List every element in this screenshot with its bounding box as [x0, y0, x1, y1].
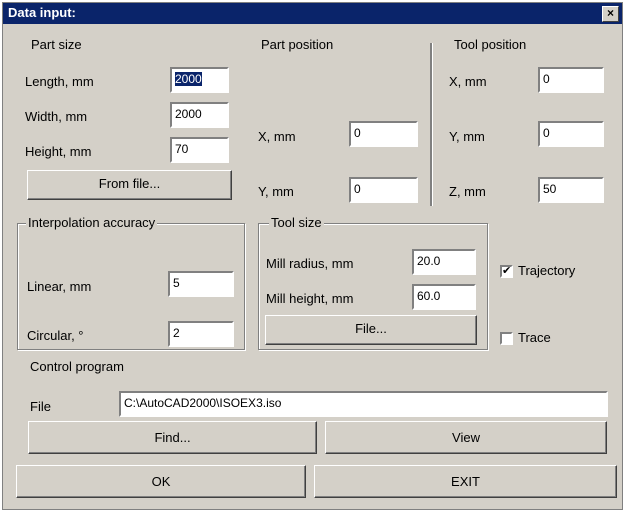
- tool-position-x-label: X, mm: [449, 74, 487, 89]
- length-label: Length, mm: [25, 74, 94, 89]
- title-bar[interactable]: Data input: ×: [3, 3, 622, 24]
- mill-radius-input[interactable]: 20.0: [412, 249, 476, 275]
- circular-input[interactable]: 2: [168, 321, 234, 347]
- tool-size-title: Tool size: [269, 215, 324, 230]
- circular-label: Circular, °: [27, 328, 84, 343]
- check-mark-icon: ✔: [502, 265, 512, 277]
- find-button[interactable]: Find...: [28, 421, 317, 454]
- part-position-y-input[interactable]: 0: [349, 177, 418, 203]
- length-input[interactable]: 2000: [170, 67, 229, 93]
- mill-height-input[interactable]: 60.0: [412, 284, 476, 310]
- tool-size-file-button[interactable]: File...: [265, 315, 477, 345]
- from-file-button[interactable]: From file...: [27, 170, 232, 200]
- tool-position-z-label: Z, mm: [449, 184, 486, 199]
- part-size-title: Part size: [29, 37, 84, 52]
- trajectory-label: Trajectory: [518, 263, 576, 278]
- linear-input[interactable]: 5: [168, 271, 234, 297]
- trace-label: Trace: [518, 330, 551, 345]
- close-button[interactable]: ×: [602, 6, 619, 22]
- data-input-dialog: Data input: × Part size Length, mm 2000 …: [2, 2, 623, 510]
- file-path-input[interactable]: C:\AutoCAD2000\ISOEX3.iso: [119, 391, 608, 417]
- height-label: Height, mm: [25, 144, 92, 159]
- mill-height-label: Mill height, mm: [266, 291, 354, 306]
- tool-position-x-input[interactable]: 0: [538, 67, 604, 93]
- file-label: File: [30, 399, 51, 414]
- part-position-title: Part position: [261, 37, 334, 52]
- control-program-title: Control program: [30, 359, 124, 374]
- part-position-y-label: Y, mm: [258, 184, 294, 199]
- ok-button[interactable]: OK: [16, 465, 306, 498]
- tool-position-y-input[interactable]: 0: [538, 121, 604, 147]
- tool-position-title: Tool position: [454, 37, 527, 52]
- linear-label: Linear, mm: [27, 279, 92, 294]
- tool-position-z-input[interactable]: 50: [538, 177, 604, 203]
- trace-checkbox[interactable]: [500, 332, 513, 345]
- tool-position-y-label: Y, mm: [449, 129, 485, 144]
- window-title: Data input:: [8, 5, 76, 20]
- separator-vertical: [430, 43, 432, 206]
- trajectory-checkbox[interactable]: ✔: [500, 265, 513, 278]
- mill-radius-label: Mill radius, mm: [266, 256, 354, 271]
- part-position-x-label: X, mm: [258, 129, 296, 144]
- height-input[interactable]: 70: [170, 137, 229, 163]
- exit-button[interactable]: EXIT: [314, 465, 617, 498]
- width-label: Width, mm: [25, 109, 88, 124]
- part-position-x-input[interactable]: 0: [349, 121, 418, 147]
- width-input[interactable]: 2000: [170, 102, 229, 128]
- interpolation-title: Interpolation accuracy: [26, 215, 158, 230]
- view-button[interactable]: View: [325, 421, 607, 454]
